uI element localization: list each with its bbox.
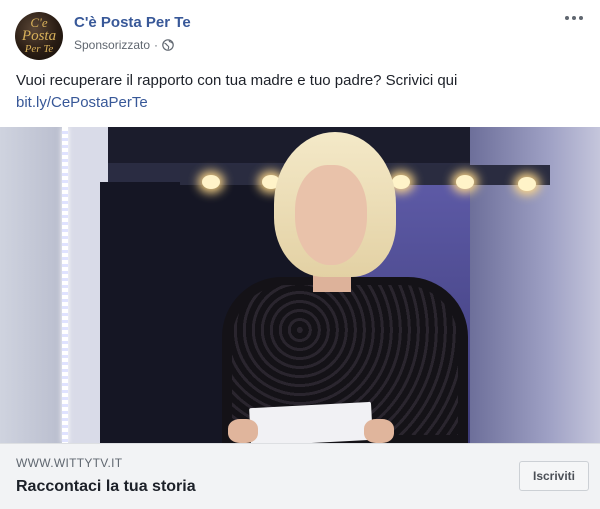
sponsored-post: C'e Posta Per Te C'è Posta Per Te Sponso…	[0, 0, 600, 509]
studio-wall-left	[0, 127, 68, 443]
avatar-logo-line: Per Te	[24, 43, 54, 55]
spotlight	[392, 175, 410, 189]
more-dot	[565, 16, 569, 20]
post-meta: Sponsorizzato ·	[74, 38, 174, 52]
led-strip	[62, 127, 68, 443]
post-image[interactable]	[0, 127, 600, 443]
avatar[interactable]: C'e Posta Per Te	[15, 12, 63, 60]
more-dot	[572, 16, 576, 20]
link-headline[interactable]: Raccontaci la tua storia	[16, 478, 196, 496]
post-message: Vuoi recuperare il rapporto con tua madr…	[16, 70, 586, 114]
studio-ceiling	[100, 127, 470, 163]
post-message-text: Vuoi recuperare il rapporto con tua madr…	[16, 72, 458, 89]
link-preview[interactable]: WWW.WITTYTV.IT Raccontaci la tua storia …	[0, 443, 600, 509]
link-domain: WWW.WITTYTV.IT	[16, 456, 123, 470]
more-options-icon[interactable]	[562, 8, 586, 28]
presenter-face	[295, 165, 367, 265]
presenter-cards	[249, 401, 373, 443]
presenter-hand	[364, 419, 394, 443]
page-name-link[interactable]: C'è Posta Per Te	[74, 14, 191, 31]
spotlight	[202, 175, 220, 189]
meta-separator: ·	[154, 38, 159, 52]
sponsored-label[interactable]: Sponsorizzato	[74, 38, 150, 52]
spotlight	[518, 177, 536, 191]
spotlight	[456, 175, 474, 189]
subscribe-button[interactable]: Iscriviti	[519, 461, 589, 491]
globe-icon[interactable]	[162, 39, 174, 51]
presenter-hand	[228, 419, 258, 443]
post-message-link[interactable]: bit.ly/CePostaPerTe	[16, 92, 586, 114]
more-dot	[579, 16, 583, 20]
post-header: C'e Posta Per Te C'è Posta Per Te Sponso…	[0, 0, 600, 64]
avatar-logo-line: Posta	[21, 28, 57, 44]
